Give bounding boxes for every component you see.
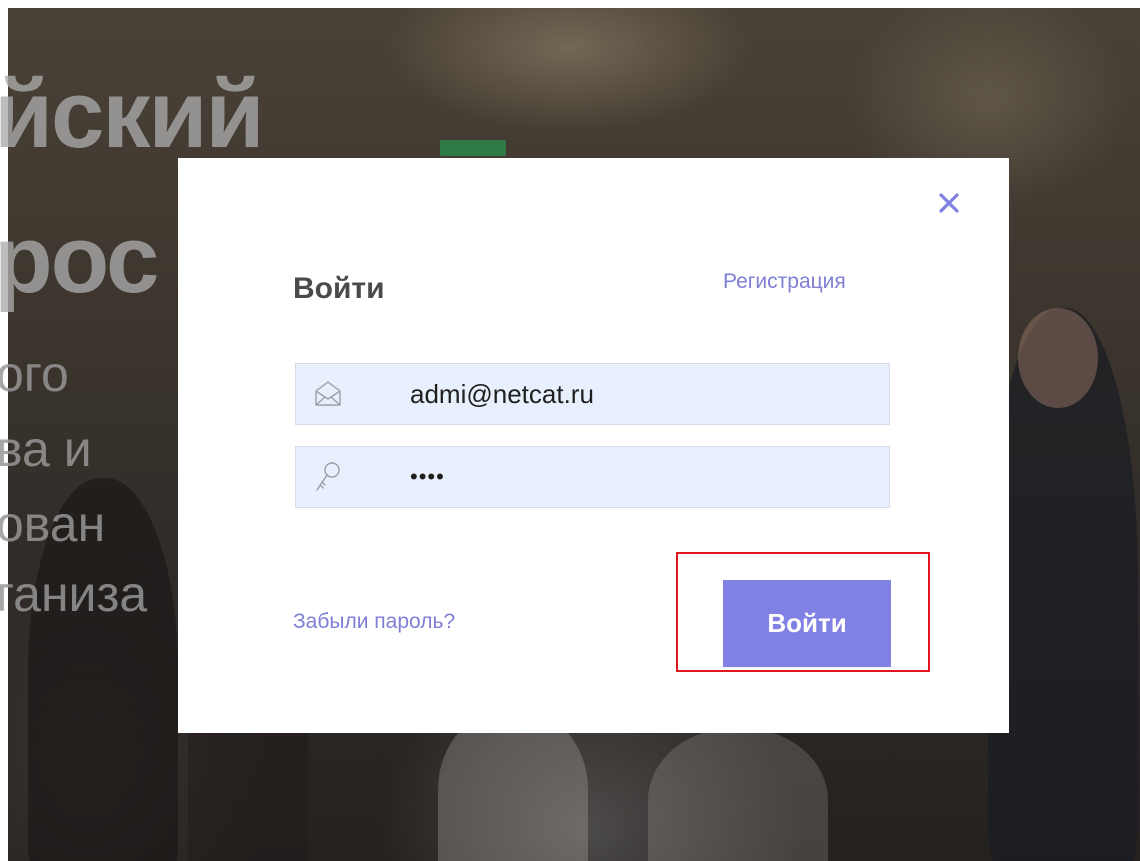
forgot-password-link[interactable]: Забыли пароль? [293, 610, 455, 634]
hero-line: йский [0, 61, 264, 168]
hero-line: ого [0, 346, 69, 402]
hero-line: рос [0, 206, 159, 313]
background-face [1018, 308, 1098, 408]
password-input[interactable] [410, 447, 870, 507]
register-link[interactable]: Регистрация [723, 270, 846, 294]
login-submit-button[interactable]: Войти [723, 580, 891, 667]
password-icon-cell [296, 447, 360, 507]
close-icon [939, 193, 959, 213]
modal-title: Войти [293, 272, 385, 305]
hero-line: ва и [0, 421, 92, 477]
close-button[interactable] [934, 188, 964, 218]
page: йский рос ого ва и ован ганиза Войти Рег… [0, 0, 1140, 861]
exit-sign [440, 140, 506, 156]
background-figure [648, 728, 828, 861]
hero-line: ован [0, 496, 106, 552]
email-field[interactable] [295, 363, 890, 425]
email-icon-cell [296, 364, 360, 424]
hero-line: ганиза [0, 566, 148, 622]
email-input[interactable] [410, 364, 870, 424]
login-modal: Войти Регистрация Забыли пароль? [178, 158, 1009, 733]
password-field[interactable] [295, 446, 890, 508]
key-icon [316, 462, 340, 491]
envelope-icon [315, 381, 341, 406]
